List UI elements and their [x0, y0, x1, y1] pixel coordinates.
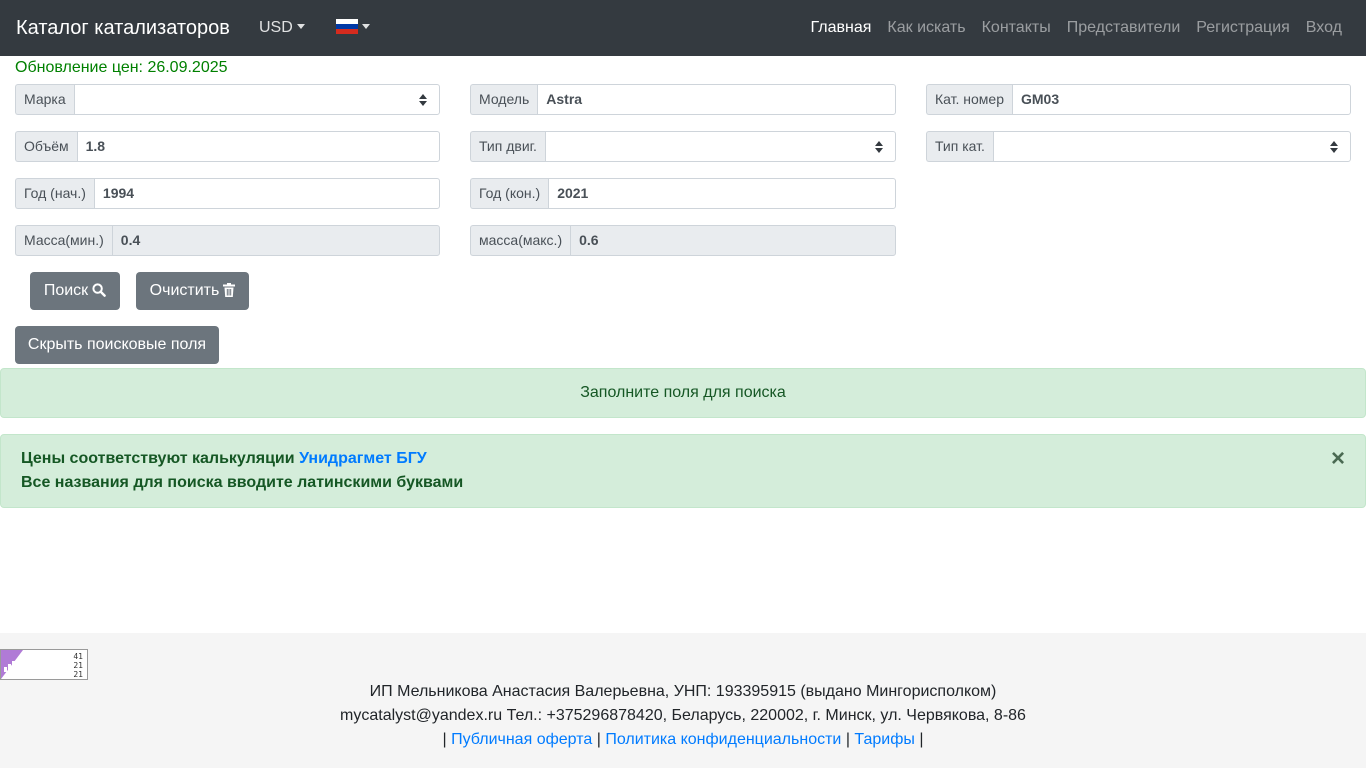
- latin-letters-note: Все названия для поиска вводите латински…: [21, 474, 464, 491]
- year-start-label: Год (нач.): [15, 178, 94, 209]
- select-arrows-icon: [875, 141, 883, 153]
- public-offer-link[interactable]: Публичная оферта: [451, 731, 592, 748]
- search-button[interactable]: Поиск: [30, 272, 120, 310]
- mass-max-input[interactable]: 0.6: [570, 225, 896, 256]
- tariffs-link[interactable]: Тарифы: [854, 731, 914, 748]
- counter-value-3: 21: [73, 670, 83, 679]
- footer: 41 21 21 ИП Мельникова Анастасия Валерье…: [0, 633, 1366, 768]
- bar-chart-icon: [4, 661, 15, 672]
- close-icon[interactable]: ×: [1331, 445, 1345, 473]
- currency-label: USD: [259, 19, 293, 36]
- cat-type-select-group: Тип кат.: [926, 131, 1351, 162]
- fill-fields-alert: Заполните поля для поиска: [0, 368, 1366, 418]
- trash-icon: [223, 282, 236, 297]
- site-brand[interactable]: Каталог катализаторов: [16, 16, 230, 40]
- mass-min-label: Масса(мин.): [15, 225, 112, 256]
- clear-button[interactable]: Очистить: [136, 272, 249, 310]
- mass-min-input[interactable]: 0.4: [111, 225, 440, 256]
- footer-links-line: | Публичная оферта | Политика конфиденци…: [0, 730, 1366, 750]
- model-input[interactable]: Astra: [537, 84, 896, 115]
- privacy-policy-link[interactable]: Политика конфиденциальности: [605, 731, 841, 748]
- cat-type-select[interactable]: [992, 131, 1351, 162]
- select-arrows-icon: [1330, 141, 1338, 153]
- russia-flag-icon: [336, 19, 358, 35]
- visit-counter-badge[interactable]: 41 21 21: [0, 649, 88, 680]
- volume-input-group: Объём 1.8: [15, 131, 440, 162]
- chevron-down-icon: [296, 24, 305, 30]
- search-icon: [92, 283, 106, 297]
- year-start-input-group: Год (нач.) 1994: [15, 178, 440, 209]
- mass-max-label: масса(макс.): [470, 225, 571, 256]
- mass-max-input-group: масса(макс.) 0.6: [470, 225, 896, 256]
- year-end-input-group: Год (кон.) 2021: [470, 178, 896, 209]
- engine-type-label: Тип двиг.: [470, 131, 545, 162]
- cat-type-label: Тип кат.: [926, 131, 993, 162]
- volume-label: Объём: [15, 131, 77, 162]
- prices-note: Цены соответствуют калькуляции Унидрагме…: [21, 448, 427, 470]
- year-end-label: Год (кон.): [470, 178, 549, 209]
- search-button-label: Поиск: [43, 282, 89, 299]
- main-nav: Главная Как искать Контакты Представител…: [803, 18, 1350, 38]
- currency-dropdown[interactable]: USD: [259, 18, 305, 38]
- footer-separator: |: [442, 731, 447, 748]
- info-alert: Цены соответствуют калькуляции Унидрагме…: [0, 434, 1366, 508]
- nav-link-login[interactable]: Вход: [1298, 18, 1350, 38]
- footer-company-line: ИП Мельникова Анастасия Валерьевна, УНП:…: [369, 683, 997, 700]
- nav-link-registration[interactable]: Регистрация: [1188, 18, 1298, 38]
- counter-value-1: 41: [73, 652, 83, 661]
- brand-label: Марка: [15, 84, 74, 115]
- engine-type-select-group: Тип двиг.: [470, 131, 896, 162]
- hide-search-fields-button[interactable]: Скрыть поисковые поля: [15, 326, 219, 364]
- footer-separator: |: [919, 731, 924, 748]
- model-label: Модель: [470, 84, 538, 115]
- model-input-group: Модель Astra: [470, 84, 896, 115]
- chevron-down-icon: [362, 24, 370, 30]
- nav-link-how-to-search[interactable]: Как искать: [879, 18, 973, 38]
- footer-contact-line: mycatalyst@yandex.ru Тел.: +375296878420…: [340, 707, 1026, 724]
- price-update-text: Обновление цен: 26.09.2025: [15, 59, 228, 76]
- mass-min-input-group: Масса(мин.) 0.4: [15, 225, 440, 256]
- brand-select[interactable]: [73, 84, 440, 115]
- nav-link-home[interactable]: Главная: [803, 18, 880, 38]
- prices-note-text: Цены соответствуют калькуляции: [21, 450, 295, 467]
- top-navbar: Каталог катализаторов USD Главная Как ис…: [0, 0, 1366, 56]
- footer-separator: |: [845, 731, 850, 748]
- footer-separator: |: [596, 731, 601, 748]
- clear-button-label: Очистить: [149, 282, 220, 299]
- year-start-input[interactable]: 1994: [93, 178, 440, 209]
- nav-link-representatives[interactable]: Представители: [1059, 18, 1189, 38]
- volume-input[interactable]: 1.8: [76, 131, 440, 162]
- counter-value-2: 21: [73, 661, 83, 670]
- cat-number-label: Кат. номер: [926, 84, 1012, 115]
- engine-type-select[interactable]: [544, 131, 896, 162]
- brand-select-group: Марка: [15, 84, 440, 115]
- year-end-input[interactable]: 2021: [548, 178, 896, 209]
- select-arrows-icon: [419, 94, 427, 106]
- language-dropdown[interactable]: [336, 18, 370, 38]
- cat-number-input[interactable]: GM03: [1012, 84, 1351, 115]
- nav-link-contacts[interactable]: Контакты: [974, 18, 1059, 38]
- unidragmet-link[interactable]: Унидрагмет БГУ: [299, 450, 427, 467]
- cat-number-input-group: Кат. номер GM03: [926, 84, 1351, 115]
